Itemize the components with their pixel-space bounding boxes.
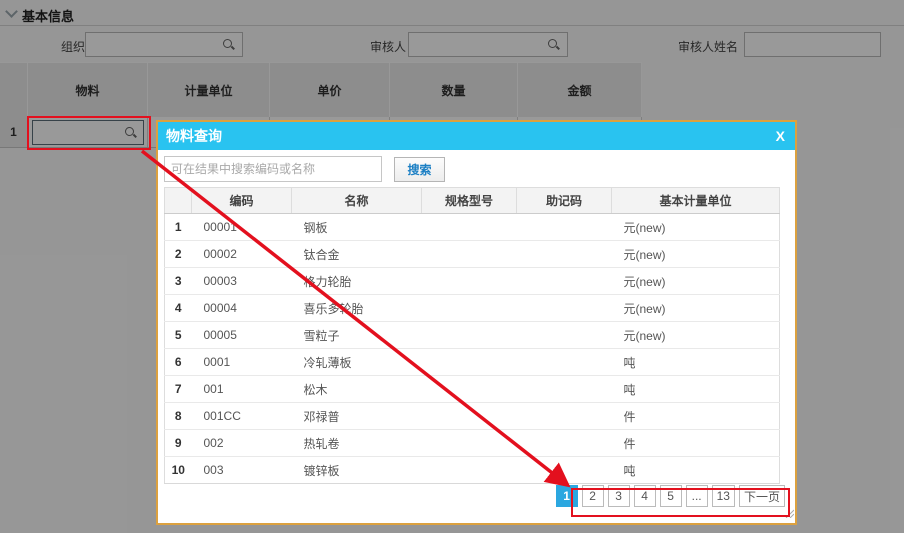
next-page-button[interactable]: 下一页: [738, 485, 785, 507]
row-mnemonic: [516, 456, 612, 484]
row-mnemonic: [516, 294, 612, 322]
table-row[interactable]: 5 00005 雪粒子 元(new): [164, 321, 780, 349]
page-button-4[interactable]: 4: [633, 485, 656, 507]
row-mnemonic: [516, 213, 612, 241]
col-header-mnemonic: 助记码: [516, 187, 612, 214]
row-seq: 10: [164, 456, 192, 484]
row-seq: 6: [164, 348, 192, 376]
row-seq: 7: [164, 375, 192, 403]
row-name: 雪粒子: [291, 321, 422, 349]
row-name: 热轧卷: [291, 429, 422, 457]
row-seq: 5: [164, 321, 192, 349]
row-spec: [421, 348, 517, 376]
dialog-search-input[interactable]: [164, 156, 382, 182]
row-code: 00005: [191, 321, 292, 349]
dialog-search-row: 搜索: [164, 154, 789, 184]
row-code: 001CC: [191, 402, 292, 430]
row-name: 格力轮胎: [291, 267, 422, 295]
row-seq: 1: [164, 213, 192, 241]
row-unit: 吨: [611, 348, 780, 376]
table-row[interactable]: 3 00003 格力轮胎 元(new): [164, 267, 780, 295]
dialog-header[interactable]: 物料查询 X: [158, 122, 795, 150]
row-seq: 2: [164, 240, 192, 268]
row-name: 喜乐多轮胎: [291, 294, 422, 322]
row-unit: 件: [611, 429, 780, 457]
row-code: 00002: [191, 240, 292, 268]
row-mnemonic: [516, 240, 612, 268]
row-spec: [421, 456, 517, 484]
row-unit: 吨: [611, 456, 780, 484]
material-lookup-dialog: 物料查询 X 搜索 编码 名称 规格型号 助记码: [156, 120, 797, 525]
row-seq: 3: [164, 267, 192, 295]
row-unit: 元(new): [611, 321, 780, 349]
row-spec: [421, 429, 517, 457]
row-name: 镀锌板: [291, 456, 422, 484]
table-row[interactable]: 2 00002 钛合金 元(new): [164, 240, 780, 268]
table-row[interactable]: 10 003 镀锌板 吨: [164, 456, 780, 484]
col-header-unit: 基本计量单位: [611, 187, 780, 214]
dialog-title: 物料查询: [166, 128, 222, 144]
row-name: 钢板: [291, 213, 422, 241]
row-spec: [421, 294, 517, 322]
row-mnemonic: [516, 429, 612, 457]
row-spec: [421, 267, 517, 295]
dialog-body: 搜索 编码 名称 规格型号 助记码 基本计量单位: [158, 150, 795, 519]
row-mnemonic: [516, 267, 612, 295]
row-seq: 9: [164, 429, 192, 457]
row-name: 钛合金: [291, 240, 422, 268]
row-code: 0001: [191, 348, 292, 376]
row-mnemonic: [516, 375, 612, 403]
table-row[interactable]: 1 00001 钢板 元(new): [164, 213, 780, 241]
row-unit: 元(new): [611, 240, 780, 268]
row-mnemonic: [516, 348, 612, 376]
row-seq: 8: [164, 402, 192, 430]
table-row[interactable]: 4 00004 喜乐多轮胎 元(new): [164, 294, 780, 322]
page-ellipsis[interactable]: ...: [685, 485, 708, 507]
col-header-code: 编码: [191, 187, 292, 214]
row-seq: 4: [164, 294, 192, 322]
row-spec: [421, 321, 517, 349]
col-header-seq: [164, 187, 192, 214]
resize-handle-icon[interactable]: [784, 508, 794, 518]
screen: 基本信息 组织 审核人 审核人姓名 物料 计量单位 单价 数量 金额 1 物料查…: [0, 0, 904, 533]
row-unit: 吨: [611, 375, 780, 403]
page-button-13[interactable]: 13: [711, 485, 735, 507]
pagination: 1 2 3 4 5 ... 13 下一页: [552, 485, 785, 507]
row-name: 冷轧薄板: [291, 348, 422, 376]
table-row[interactable]: 7 001 松木 吨: [164, 375, 780, 403]
row-unit: 元(new): [611, 267, 780, 295]
row-code: 001: [191, 375, 292, 403]
row-code: 00004: [191, 294, 292, 322]
col-header-spec: 规格型号: [421, 187, 517, 214]
page-button-5[interactable]: 5: [659, 485, 682, 507]
row-unit: 元(new): [611, 294, 780, 322]
row-code: 003: [191, 456, 292, 484]
page-button-3[interactable]: 3: [607, 485, 630, 507]
row-spec: [421, 402, 517, 430]
table-row[interactable]: 6 0001 冷轧薄板 吨: [164, 348, 780, 376]
dialog-search-button[interactable]: 搜索: [394, 156, 445, 182]
row-spec: [421, 375, 517, 403]
row-unit: 件: [611, 402, 780, 430]
material-table-header: 编码 名称 规格型号 助记码 基本计量单位: [164, 187, 780, 214]
table-row[interactable]: 8 001CC 邓禄普 件: [164, 402, 780, 430]
row-spec: [421, 240, 517, 268]
page-button-2[interactable]: 2: [581, 485, 604, 507]
row-mnemonic: [516, 402, 612, 430]
page-button-1[interactable]: 1: [555, 485, 578, 507]
row-spec: [421, 213, 517, 241]
row-name: 松木: [291, 375, 422, 403]
row-unit: 元(new): [611, 213, 780, 241]
row-name: 邓禄普: [291, 402, 422, 430]
row-code: 00003: [191, 267, 292, 295]
row-code: 002: [191, 429, 292, 457]
close-icon[interactable]: X: [776, 129, 785, 143]
row-mnemonic: [516, 321, 612, 349]
material-table: 编码 名称 规格型号 助记码 基本计量单位 1 00001 钢板 元(new) …: [164, 187, 780, 484]
row-code: 00001: [191, 213, 292, 241]
table-row[interactable]: 9 002 热轧卷 件: [164, 429, 780, 457]
col-header-name: 名称: [291, 187, 422, 214]
